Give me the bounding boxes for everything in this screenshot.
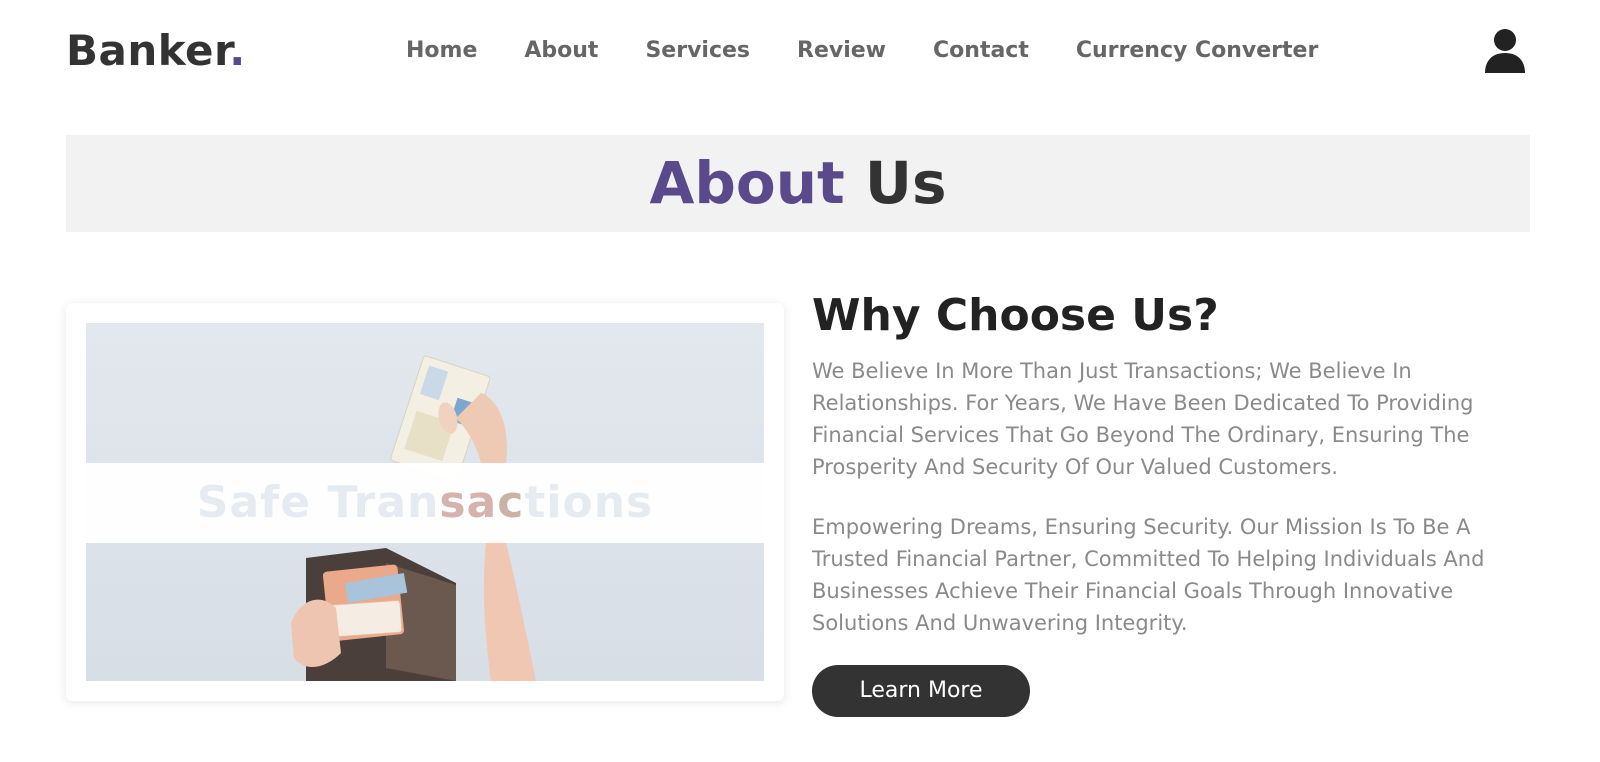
- image-caption-part-3: c: [497, 477, 525, 528]
- image-caption: Safe Transactions: [86, 463, 764, 543]
- nav-services[interactable]: Services: [645, 38, 750, 63]
- nav-review[interactable]: Review: [797, 38, 886, 63]
- learn-more-button[interactable]: Learn More: [812, 665, 1030, 717]
- nav-contact[interactable]: Contact: [933, 38, 1029, 63]
- about-heading-band: About Us: [66, 135, 1530, 232]
- about-paragraph-2: Empowering Dreams, Ensuring Security. Ou…: [812, 515, 1485, 635]
- nav-currency-converter[interactable]: Currency Converter: [1076, 38, 1318, 63]
- nav-about[interactable]: About: [524, 38, 598, 63]
- section-title-rest: Us: [864, 149, 947, 217]
- image-card: Safe Transactions: [66, 303, 784, 701]
- user-icon[interactable]: [1484, 28, 1526, 74]
- nav-home[interactable]: Home: [406, 38, 477, 63]
- why-choose-us-title: Why Choose Us?: [812, 290, 1219, 341]
- about-paragraph-1: We Believe In More Than Just Transaction…: [812, 359, 1474, 479]
- logo[interactable]: Banker.: [66, 26, 246, 75]
- section-title: About Us: [66, 135, 1530, 232]
- section-title-accent: About: [649, 149, 845, 217]
- image-caption-part-2: sa: [439, 477, 498, 528]
- logo-dot: .: [229, 26, 246, 75]
- money-photo: Safe Transactions: [86, 323, 764, 681]
- site-header: Banker. Home About Services Review Conta…: [0, 0, 1600, 104]
- image-caption-part-4: tions: [524, 477, 654, 528]
- image-caption-part-1: Safe Tran: [196, 477, 440, 528]
- about-content: Why Choose Us? We Believe In More Than J…: [812, 290, 1512, 667]
- logo-text: Banker: [66, 26, 230, 75]
- main-nav: Home About Services Review Contact Curre…: [406, 38, 1318, 63]
